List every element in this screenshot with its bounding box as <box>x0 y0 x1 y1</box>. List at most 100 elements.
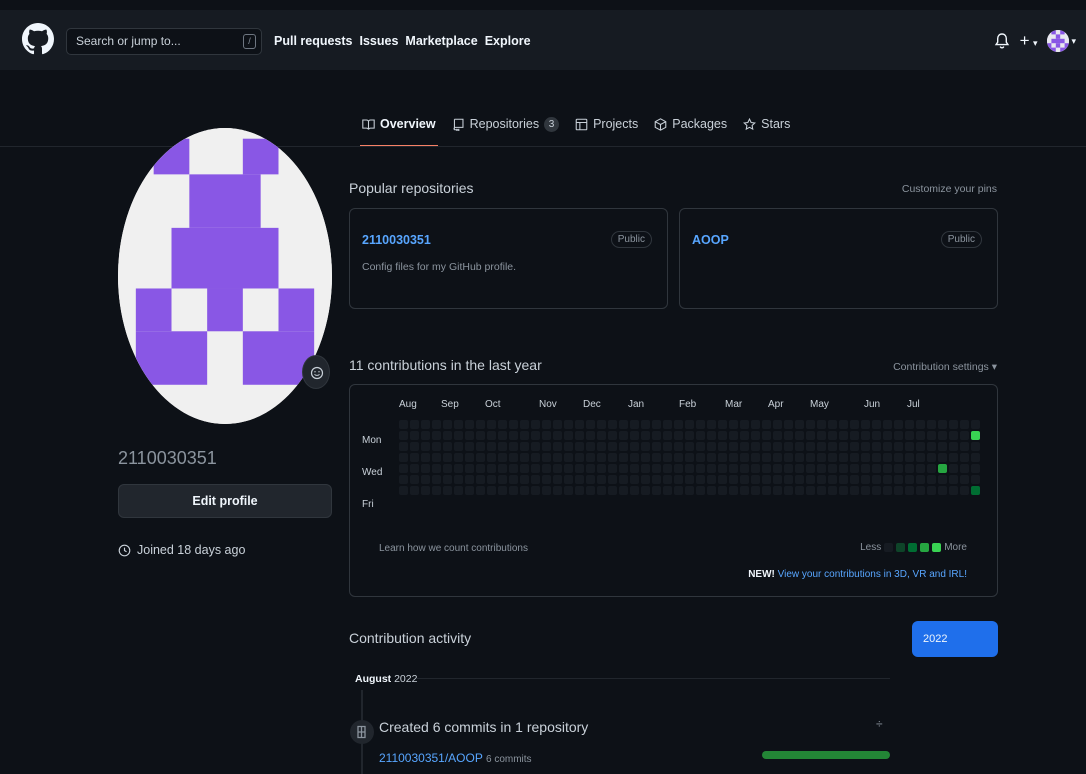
tab-repositories[interactable]: Repositories 3 <box>452 108 560 140</box>
repo-link[interactable]: 2110030351 <box>362 233 431 247</box>
contribution-day[interactable] <box>509 453 518 462</box>
contribution-day[interactable] <box>630 486 639 495</box>
contribution-day[interactable] <box>443 475 452 484</box>
contribution-day[interactable] <box>740 420 749 429</box>
contribution-day[interactable] <box>971 453 980 462</box>
contribution-day[interactable] <box>663 453 672 462</box>
contribution-day[interactable] <box>630 453 639 462</box>
tab-projects[interactable]: Projects <box>575 108 638 140</box>
contribution-day[interactable] <box>696 486 705 495</box>
contribution-day[interactable] <box>784 442 793 451</box>
contribution-day[interactable] <box>476 442 485 451</box>
contribution-day[interactable] <box>663 464 672 473</box>
contribution-day[interactable] <box>795 464 804 473</box>
contribution-day[interactable] <box>465 431 474 440</box>
contribution-day[interactable] <box>718 486 727 495</box>
contribution-day[interactable] <box>619 453 628 462</box>
contribution-day[interactable] <box>960 431 969 440</box>
contribution-day[interactable] <box>586 464 595 473</box>
contribution-day[interactable] <box>806 486 815 495</box>
contribution-day[interactable] <box>685 420 694 429</box>
contribution-day[interactable] <box>740 442 749 451</box>
contribution-day[interactable] <box>905 420 914 429</box>
contribution-day[interactable] <box>729 475 738 484</box>
contribution-day[interactable] <box>927 453 936 462</box>
contribution-day[interactable] <box>432 453 441 462</box>
contribution-day[interactable] <box>454 453 463 462</box>
contribution-day[interactable] <box>707 475 716 484</box>
contribution-day[interactable] <box>520 420 529 429</box>
contribution-day[interactable] <box>828 464 837 473</box>
contribution-day[interactable] <box>465 442 474 451</box>
contribution-day[interactable] <box>916 486 925 495</box>
contribution-day[interactable] <box>454 464 463 473</box>
contribution-day[interactable] <box>531 464 540 473</box>
contribution-day[interactable] <box>454 431 463 440</box>
contribution-day[interactable] <box>553 442 562 451</box>
contribution-day[interactable] <box>608 464 617 473</box>
contribution-day[interactable] <box>608 486 617 495</box>
contribution-day[interactable] <box>674 442 683 451</box>
contribution-day[interactable] <box>905 431 914 440</box>
contribution-day[interactable] <box>894 464 903 473</box>
contribution-day[interactable] <box>795 420 804 429</box>
contribution-day[interactable] <box>454 475 463 484</box>
contribution-day[interactable] <box>751 420 760 429</box>
contribution-day[interactable] <box>806 464 815 473</box>
contribution-day[interactable] <box>751 442 760 451</box>
contribution-day[interactable] <box>542 442 551 451</box>
contribution-day[interactable] <box>817 442 826 451</box>
contribution-day[interactable] <box>641 475 650 484</box>
contribution-day[interactable] <box>674 475 683 484</box>
contribution-day[interactable] <box>432 442 441 451</box>
contribution-day[interactable] <box>553 420 562 429</box>
contribution-day[interactable] <box>861 464 870 473</box>
contribution-day[interactable] <box>630 475 639 484</box>
contribution-day[interactable] <box>575 453 584 462</box>
contribution-day[interactable] <box>718 431 727 440</box>
contribution-day[interactable] <box>773 486 782 495</box>
contribution-day[interactable] <box>883 431 892 440</box>
contribution-day[interactable] <box>421 420 430 429</box>
contribution-day[interactable] <box>762 431 771 440</box>
contribution-day[interactable] <box>564 486 573 495</box>
contribution-day[interactable] <box>542 464 551 473</box>
contribution-day[interactable] <box>586 453 595 462</box>
contribution-day[interactable] <box>410 442 419 451</box>
contribution-day[interactable] <box>421 464 430 473</box>
contribution-day[interactable] <box>784 486 793 495</box>
contribution-day[interactable] <box>850 486 859 495</box>
contribution-day[interactable] <box>850 420 859 429</box>
contribution-day[interactable] <box>542 453 551 462</box>
contribution-day[interactable] <box>762 475 771 484</box>
contribution-day[interactable] <box>685 453 694 462</box>
contribution-day[interactable] <box>762 486 771 495</box>
contribution-day[interactable] <box>531 475 540 484</box>
contribution-day[interactable] <box>828 486 837 495</box>
contribution-day[interactable] <box>828 431 837 440</box>
contribution-day[interactable] <box>949 420 958 429</box>
profile-avatar[interactable] <box>118 128 332 424</box>
contribution-day[interactable] <box>410 486 419 495</box>
contribution-day[interactable] <box>971 486 980 495</box>
contribution-day[interactable] <box>542 420 551 429</box>
contribution-day[interactable] <box>410 453 419 462</box>
contribution-day[interactable] <box>927 442 936 451</box>
contribution-day[interactable] <box>421 453 430 462</box>
contribution-day[interactable] <box>553 453 562 462</box>
contribution-day[interactable] <box>795 453 804 462</box>
contribution-day[interactable] <box>828 442 837 451</box>
contribution-day[interactable] <box>630 420 639 429</box>
contribution-day[interactable] <box>751 475 760 484</box>
contribution-day[interactable] <box>564 453 573 462</box>
contribution-day[interactable] <box>949 475 958 484</box>
contribution-day[interactable] <box>663 475 672 484</box>
contribution-day[interactable] <box>817 453 826 462</box>
contribution-day[interactable] <box>608 420 617 429</box>
contribution-day[interactable] <box>685 431 694 440</box>
contribution-day[interactable] <box>608 453 617 462</box>
contribution-day[interactable] <box>872 486 881 495</box>
contribution-day[interactable] <box>575 464 584 473</box>
contribution-day[interactable] <box>707 453 716 462</box>
contribution-day[interactable] <box>520 453 529 462</box>
